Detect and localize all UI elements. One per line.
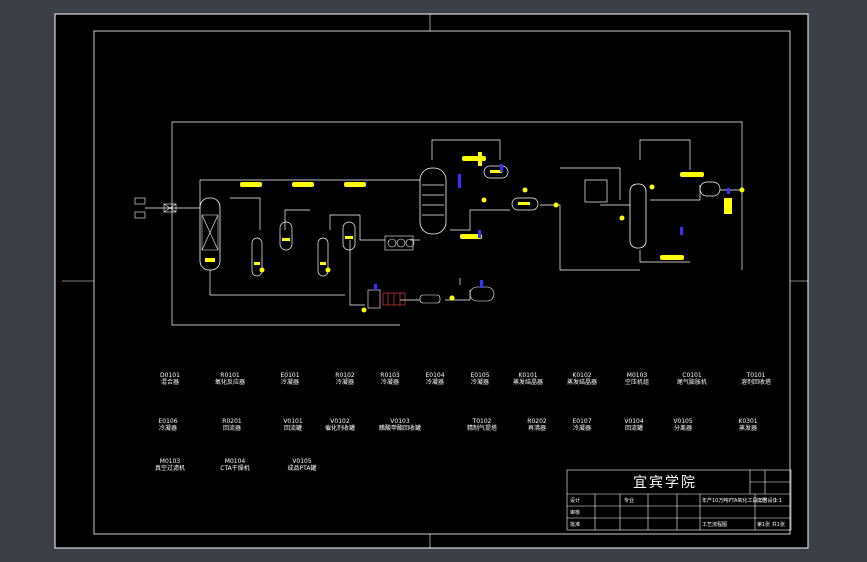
equipment-name: 催化剂收罐 xyxy=(324,425,356,432)
equipment-code: T0102 xyxy=(472,418,492,425)
equipment-code: V0104 xyxy=(624,418,644,425)
equipment-code: E0106 xyxy=(158,418,178,425)
equipment-code: V0105 xyxy=(673,418,693,425)
equipment-code: E0104 xyxy=(425,372,445,379)
equipment-name: 冷凝器 xyxy=(280,379,299,386)
equipment-name: 尾气膨胀机 xyxy=(676,379,708,386)
equipment-name: 冷凝器 xyxy=(335,379,355,386)
equipment-code: M0103 xyxy=(159,458,181,465)
equipment-label: R0102 冷凝器 xyxy=(335,372,354,386)
tb-approve: 批准 xyxy=(570,522,581,528)
equipment-name: 再沸器 xyxy=(527,425,547,432)
tb-sheet: 第1张 共1张 xyxy=(757,522,785,528)
equipment-label: K0101 蒸发结晶器 xyxy=(513,372,543,386)
equipment-label: D0101 混合器 xyxy=(160,372,180,386)
equipment-name: 冷凝器 xyxy=(470,379,489,386)
equipment-name: CTA干燥机 xyxy=(220,465,250,472)
equipment-label: E0101 冷凝器 xyxy=(280,372,299,386)
equipment-label: R0201 回流器 xyxy=(222,418,241,432)
equipment-code: V0105 xyxy=(292,458,312,465)
equipment-label: M0103 真空过滤机 xyxy=(155,458,185,472)
equipment-code: R0101 xyxy=(220,372,240,379)
equipment-label: V0105 分离器 xyxy=(673,418,692,432)
equipment-label: K0301 蒸发器 xyxy=(738,418,757,432)
equipment-code: E0107 xyxy=(572,418,592,425)
equipment-code: E0105 xyxy=(470,372,490,379)
tb-check: 审核 xyxy=(570,510,581,516)
equipment-code: E0101 xyxy=(280,372,300,379)
equipment-code: R0103 xyxy=(380,372,400,379)
equipment-code: K0102 xyxy=(572,372,592,379)
equipment-name: 成品PTA罐 xyxy=(287,465,317,472)
tb-drawing-name: 工艺流程图 xyxy=(702,522,728,528)
equipment-name: 氧化反应器 xyxy=(214,379,246,386)
equipment-code: R0202 xyxy=(527,418,547,425)
equipment-name: 蒸发结晶器 xyxy=(566,379,598,386)
equipment-name: 冷凝器 xyxy=(572,425,591,432)
equipment-name: 溶剂回收塔 xyxy=(740,379,772,386)
equipment-code: R0102 xyxy=(335,372,355,379)
equipment-label: R0101 氧化反应器 xyxy=(215,372,245,386)
equipment-name: 空压机组 xyxy=(624,379,650,386)
flow-diagram xyxy=(54,13,809,549)
equipment-name: 混合器 xyxy=(160,379,180,386)
equipment-code: D0101 xyxy=(160,372,180,379)
tb-scale-value: 1:1 xyxy=(774,498,783,504)
equipment-code: C0101 xyxy=(682,372,702,379)
equipment-label: R0103 冷凝器 xyxy=(380,372,399,386)
equipment-name: 蒸发器 xyxy=(738,425,757,432)
equipment-label: V0105 成品PTA罐 xyxy=(288,458,317,472)
tb-scale-label: 比例 xyxy=(757,498,768,504)
equipment-label: R0202 再沸器 xyxy=(527,418,546,432)
equipment-label: T0101 溶剂回收塔 xyxy=(741,372,771,386)
equipment-name: 精制气提塔 xyxy=(466,425,498,432)
equipment-code: K0301 xyxy=(738,418,758,425)
equipment-code: V0103 xyxy=(390,418,410,425)
equipment-label: E0106 冷凝器 xyxy=(158,418,177,432)
equipment-name: 回流罐 xyxy=(624,425,643,432)
equipment-name: 回流罐 xyxy=(283,425,302,432)
equipment-label: E0107 冷凝器 xyxy=(572,418,591,432)
equipment-code: T0101 xyxy=(746,372,766,379)
equipment-label: K0102 蒸发结晶器 xyxy=(567,372,597,386)
equipment-code: M0103 xyxy=(626,372,648,379)
equipment-label: V0103 醋酸甲酯回收罐 xyxy=(379,418,421,432)
equipment-code: M0104 xyxy=(224,458,246,465)
equipment-name: 真空过滤机 xyxy=(154,465,186,472)
equipment-label: V0104 回流罐 xyxy=(624,418,643,432)
equipment-code: K0101 xyxy=(518,372,538,379)
equipment-code: V0102 xyxy=(330,418,350,425)
equipment-label: V0101 回流罐 xyxy=(283,418,302,432)
tb-design: 设计 xyxy=(570,498,581,504)
tb-professional: 专业 xyxy=(624,498,635,504)
school-name: 宜宾学院 xyxy=(633,475,697,491)
equipment-code: R0201 xyxy=(222,418,242,425)
equipment-label: C0101 尾气膨胀机 xyxy=(677,372,707,386)
equipment-label: T0102 精制气提塔 xyxy=(467,418,497,432)
equipment-name: 冷凝器 xyxy=(380,379,400,386)
equipment-label: V0102 催化剂收罐 xyxy=(325,418,355,432)
equipment-name: 冷凝器 xyxy=(158,425,177,432)
equipment-name: 回流器 xyxy=(222,425,242,432)
equipment-name: 冷凝器 xyxy=(425,379,444,386)
equipment-name: 分离器 xyxy=(673,425,692,432)
equipment-name: 蒸发结晶器 xyxy=(512,379,544,386)
equipment-label: M0103 空压机组 xyxy=(625,372,649,386)
equipment-name: 醋酸甲酯回收罐 xyxy=(378,425,422,432)
equipment-code: V0101 xyxy=(283,418,303,425)
equipment-label: M0104 CTA干燥机 xyxy=(220,458,250,472)
equipment-label: E0104 冷凝器 xyxy=(425,372,444,386)
equipment-label: E0105 冷凝器 xyxy=(470,372,489,386)
